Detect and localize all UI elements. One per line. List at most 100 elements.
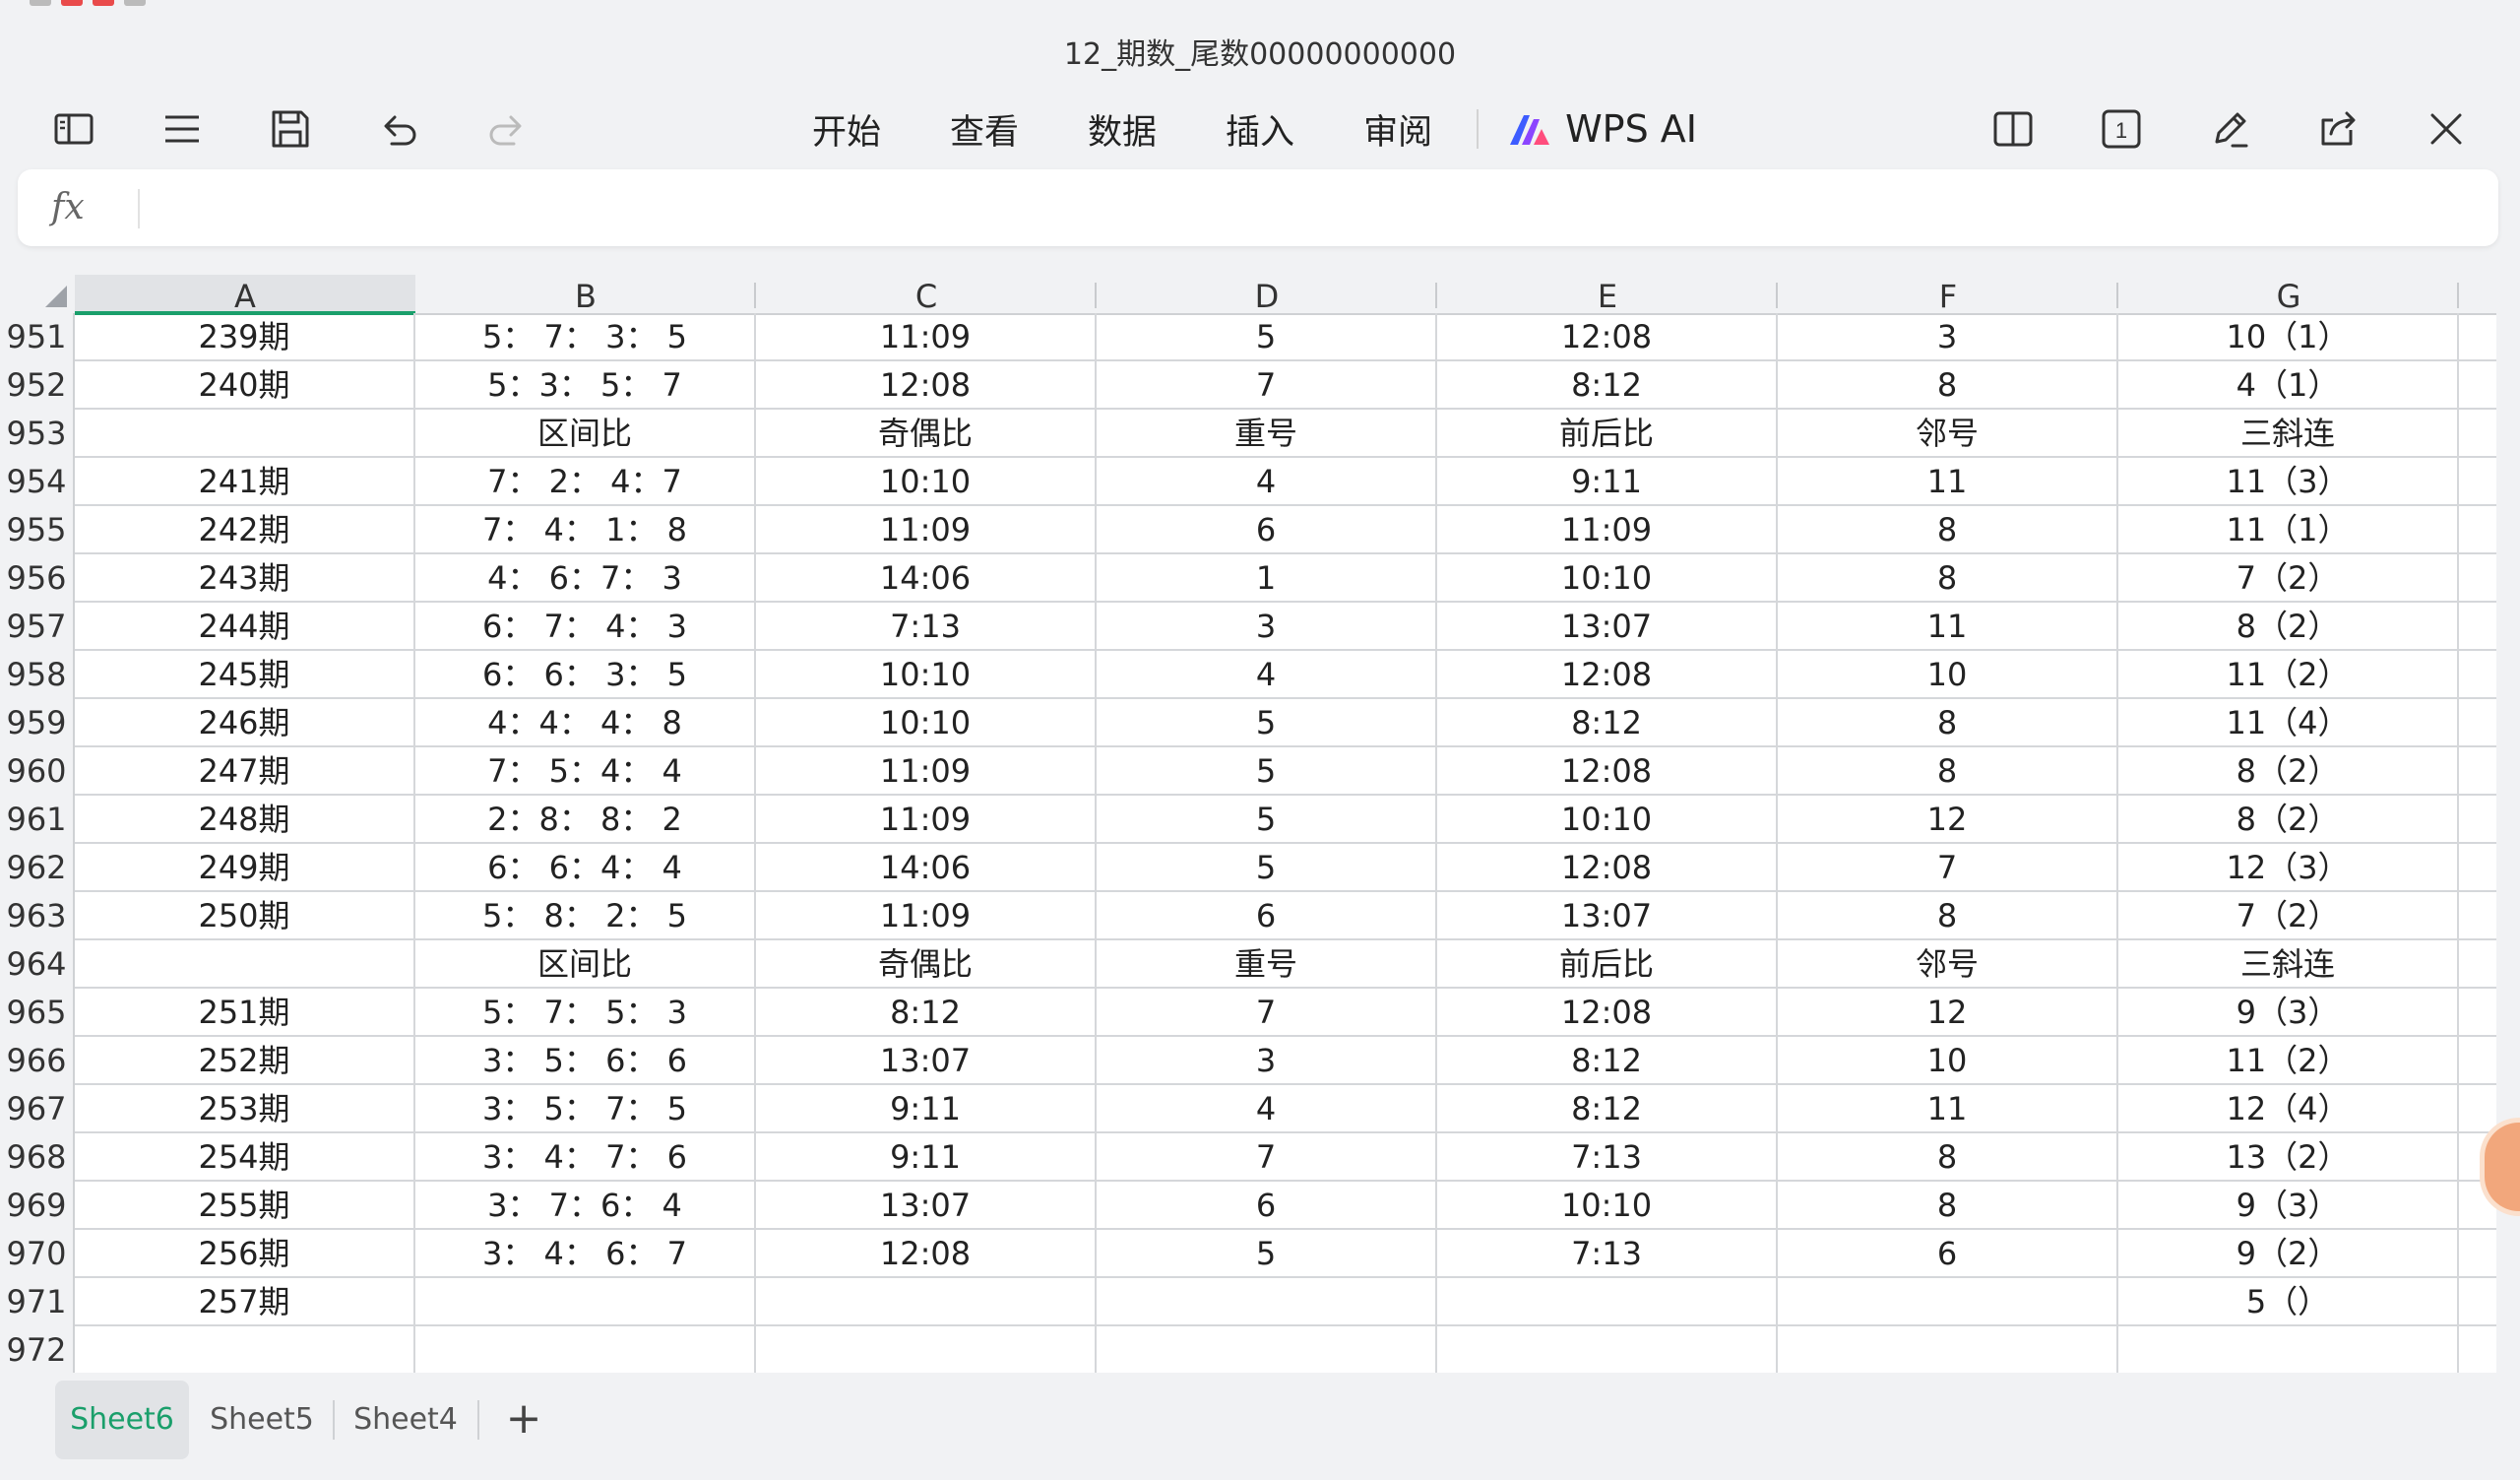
cell-f[interactable]: 11 [1778, 603, 2118, 649]
cell-g[interactable]: 11（2） [2118, 1037, 2459, 1083]
cell-e[interactable]: 12:08 [1437, 844, 1778, 890]
cell-f[interactable]: 8 [1778, 554, 2118, 601]
cell-f[interactable]: 8 [1778, 506, 2118, 552]
cell-a[interactable]: 241期 [75, 458, 415, 504]
select-all-corner[interactable] [0, 275, 75, 313]
cell-d[interactable]: 4 [1097, 651, 1437, 697]
cell-c[interactable]: 11:09 [756, 892, 1097, 938]
cell-a[interactable]: 252期 [75, 1037, 415, 1083]
row-header[interactable]: 962 [0, 844, 75, 892]
cell-a[interactable]: 251期 [75, 989, 415, 1035]
cell-e[interactable]: 12:08 [1437, 989, 1778, 1035]
row-header[interactable]: 970 [0, 1230, 75, 1278]
tab-view[interactable]: 查看 [915, 104, 1053, 155]
row-header[interactable]: 957 [0, 603, 75, 651]
cell-b[interactable]: 3： 4： 7： 6 [415, 1133, 756, 1180]
cell-c[interactable]: 12:08 [756, 1230, 1097, 1276]
cell-a[interactable]: 249期 [75, 844, 415, 890]
cell-c[interactable]: 13:07 [756, 1182, 1097, 1228]
cell-c[interactable]: 13:07 [756, 1037, 1097, 1083]
cell-g[interactable]: 11（4） [2118, 699, 2459, 745]
row-header[interactable]: 956 [0, 554, 75, 603]
cell-c[interactable]: 12:08 [756, 361, 1097, 408]
split-view-button[interactable] [1979, 95, 2048, 163]
cell-e[interactable]: 前后比 [1437, 410, 1778, 456]
row-header[interactable]: 968 [0, 1133, 75, 1182]
cell-g[interactable] [2118, 1326, 2459, 1373]
redo-button[interactable] [472, 95, 541, 163]
sheet-tab-sheet5[interactable]: Sheet5 [201, 1381, 323, 1459]
cell-d[interactable]: 6 [1097, 892, 1437, 938]
edit-button[interactable] [2195, 95, 2264, 163]
cell-b[interactable]: 区间比 [415, 940, 756, 987]
share-button[interactable] [2303, 95, 2372, 163]
row-header[interactable]: 967 [0, 1085, 75, 1133]
cell-e[interactable]: 10:10 [1437, 1182, 1778, 1228]
cell-d[interactable]: 7 [1097, 989, 1437, 1035]
cell-a[interactable]: 253期 [75, 1085, 415, 1131]
cell-b[interactable]: 3： 5： 6： 6 [415, 1037, 756, 1083]
cell-a[interactable] [75, 1326, 415, 1373]
cell-d[interactable]: 重号 [1097, 940, 1437, 987]
tab-review[interactable]: 审阅 [1329, 104, 1467, 155]
save-button[interactable] [256, 95, 325, 163]
cell-b[interactable]: 4：4： 4： 8 [415, 699, 756, 745]
cell-g[interactable]: 9（3） [2118, 1182, 2459, 1228]
cell-d[interactable]: 7 [1097, 361, 1437, 408]
cell-g[interactable]: 11（1） [2118, 506, 2459, 552]
cell-d[interactable]: 5 [1097, 699, 1437, 745]
column-header-d[interactable]: D [1097, 275, 1437, 315]
cell-d[interactable]: 5 [1097, 796, 1437, 842]
cell-b[interactable]: 7： 2： 4：7 [415, 458, 756, 504]
cell-g[interactable]: 10（1） [2118, 313, 2459, 359]
row-header[interactable]: 964 [0, 940, 75, 989]
cell-g[interactable]: 9（3） [2118, 989, 2459, 1035]
cell-e[interactable]: 10:10 [1437, 554, 1778, 601]
cell-f[interactable]: 8 [1778, 699, 2118, 745]
cell-e[interactable] [1437, 1326, 1778, 1373]
cell-d[interactable]: 5 [1097, 844, 1437, 890]
cell-d[interactable]: 3 [1097, 603, 1437, 649]
row-header[interactable]: 972 [0, 1326, 75, 1373]
cell-f[interactable]: 11 [1778, 1085, 2118, 1131]
cell-a[interactable]: 254期 [75, 1133, 415, 1180]
cell-a[interactable]: 257期 [75, 1278, 415, 1324]
cell-a[interactable]: 240期 [75, 361, 415, 408]
cell-a[interactable]: 250期 [75, 892, 415, 938]
cell-d[interactable]: 7 [1097, 1133, 1437, 1180]
cell-b[interactable]: 6： 7： 4： 3 [415, 603, 756, 649]
cell-f[interactable]: 8 [1778, 1182, 2118, 1228]
cell-f[interactable]: 6 [1778, 1230, 2118, 1276]
cell-a[interactable]: 245期 [75, 651, 415, 697]
cell-c[interactable]: 10:10 [756, 699, 1097, 745]
cell-c[interactable]: 奇偶比 [756, 940, 1097, 987]
cell-d[interactable]: 6 [1097, 506, 1437, 552]
cell-a[interactable] [75, 410, 415, 456]
cell-e[interactable]: 12:08 [1437, 313, 1778, 359]
row-header[interactable]: 966 [0, 1037, 75, 1085]
cell-a[interactable]: 239期 [75, 313, 415, 359]
cell-a[interactable]: 244期 [75, 603, 415, 649]
cell-c[interactable] [756, 1326, 1097, 1373]
cell-d[interactable]: 4 [1097, 1085, 1437, 1131]
cell-c[interactable]: 7:13 [756, 603, 1097, 649]
cell-b[interactable]: 5： 8： 2： 5 [415, 892, 756, 938]
cell-g[interactable]: 7（2） [2118, 892, 2459, 938]
row-header[interactable]: 971 [0, 1278, 75, 1326]
cell-f[interactable]: 12 [1778, 989, 2118, 1035]
cell-b[interactable]: 3： 7：6： 4 [415, 1182, 756, 1228]
sheet-tab-sheet6[interactable]: Sheet6 [55, 1381, 189, 1459]
row-header[interactable]: 960 [0, 747, 75, 796]
cell-c[interactable]: 10:10 [756, 458, 1097, 504]
cell-d[interactable]: 5 [1097, 1230, 1437, 1276]
cell-g[interactable]: 9（2） [2118, 1230, 2459, 1276]
cell-e[interactable]: 10:10 [1437, 796, 1778, 842]
cell-f[interactable]: 邻号 [1778, 410, 2118, 456]
cell-c[interactable]: 10:10 [756, 651, 1097, 697]
formula-input[interactable] [156, 181, 2473, 236]
cell-f[interactable]: 8 [1778, 892, 2118, 938]
cell-f[interactable]: 12 [1778, 796, 2118, 842]
sidebar-toggle-button[interactable] [39, 95, 108, 163]
cell-b[interactable] [415, 1278, 756, 1324]
menu-button[interactable] [148, 95, 217, 163]
